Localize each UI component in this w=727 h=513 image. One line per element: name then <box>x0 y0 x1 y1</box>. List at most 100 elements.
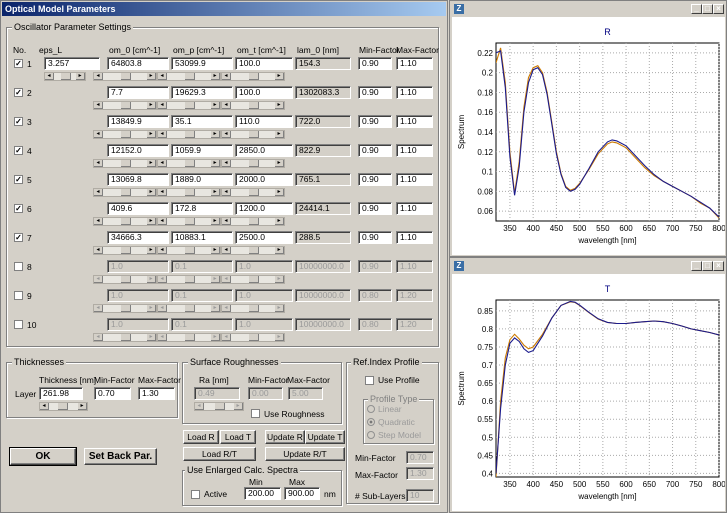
oscillator-min-input[interactable]: 0.90 <box>358 202 392 215</box>
scroll-thumb[interactable] <box>121 247 131 254</box>
scroll-right-icon[interactable]: ▸ <box>275 305 284 312</box>
scroll-right-icon[interactable]: ▸ <box>211 276 220 283</box>
scroll-thumb[interactable] <box>249 276 259 283</box>
oscillator-om0-input[interactable]: 13849.9 <box>107 115 169 128</box>
scroll-left-icon[interactable]: ◂ <box>94 131 103 138</box>
oscillator-omt-input[interactable]: 110.0 <box>235 115 293 128</box>
oscillator-omp-scrollbar[interactable]: ◂ ▸ <box>157 188 221 197</box>
oscillator-omp-input[interactable]: 0.1 <box>171 260 233 273</box>
scroll-right-icon[interactable]: ▸ <box>211 334 220 341</box>
oscillator-omt-input[interactable]: 100.0 <box>235 86 293 99</box>
oscillator-min-input[interactable]: 0.90 <box>358 231 392 244</box>
scroll-right-icon[interactable]: ▸ <box>147 305 156 312</box>
oscillator-omt-scrollbar[interactable]: ◂ ▸ <box>221 275 285 284</box>
scroll-thumb[interactable] <box>121 218 131 225</box>
scroll-thumb[interactable] <box>121 160 131 167</box>
roughness-scrollbar[interactable]: ◂ ▸ <box>194 402 244 411</box>
oscillator-checkbox[interactable]: ✓ <box>14 233 23 242</box>
enlarged-min-input[interactable]: 200.00 <box>244 487 281 500</box>
scroll-left-icon[interactable]: ◂ <box>94 305 103 312</box>
oscillator-omt-scrollbar[interactable]: ◂ ▸ <box>221 159 285 168</box>
oscillator-checkbox[interactable]: ✓ <box>14 204 23 213</box>
scroll-left-icon[interactable]: ◂ <box>222 160 231 167</box>
active-checkbox[interactable] <box>191 490 200 499</box>
oscillator-min-input[interactable]: 0.90 <box>358 144 392 157</box>
scroll-right-icon[interactable]: ▸ <box>147 334 156 341</box>
oscillator-max-input[interactable]: 1.10 <box>396 260 433 273</box>
scroll-thumb[interactable] <box>121 102 131 109</box>
scroll-thumb[interactable] <box>249 334 259 341</box>
scroll-left-icon[interactable]: ◂ <box>158 247 167 254</box>
oscillator-min-input[interactable]: 0.90 <box>358 86 392 99</box>
scroll-thumb[interactable] <box>121 189 131 196</box>
scroll-left-icon[interactable]: ◂ <box>158 218 167 225</box>
scroll-thumb[interactable] <box>249 131 259 138</box>
scroll-left-icon[interactable]: ◂ <box>94 160 103 167</box>
scroll-right-icon[interactable]: ▸ <box>234 403 243 410</box>
plot-r-title-bar[interactable]: Z _ □ × <box>451 2 725 16</box>
scroll-thumb[interactable] <box>185 305 195 312</box>
roughness-max-input[interactable]: 5.00 <box>288 387 323 400</box>
oscillator-om0-scrollbar[interactable]: ◂ ▸ <box>93 275 157 284</box>
scroll-thumb[interactable] <box>215 403 225 410</box>
scroll-left-icon[interactable]: ◂ <box>94 189 103 196</box>
scroll-left-icon[interactable]: ◂ <box>158 73 167 80</box>
oscillator-max-input[interactable]: 1.10 <box>396 57 433 70</box>
oscillator-checkbox[interactable] <box>14 262 23 271</box>
maximize-icon[interactable]: □ <box>702 4 713 14</box>
eps-l-input[interactable]: 3.257 <box>44 57 100 70</box>
scroll-thumb[interactable] <box>249 247 259 254</box>
scroll-right-icon[interactable]: ▸ <box>275 73 284 80</box>
oscillator-checkbox[interactable]: ✓ <box>14 59 23 68</box>
oscillator-checkbox[interactable]: ✓ <box>14 88 23 97</box>
oscillator-om0-scrollbar[interactable]: ◂ ▸ <box>93 159 157 168</box>
oscillator-omt-input[interactable]: 1.0 <box>235 260 293 273</box>
scroll-right-icon[interactable]: ▸ <box>275 160 284 167</box>
oscillator-omp-input[interactable]: 1059.9 <box>171 144 233 157</box>
main-title-bar[interactable]: Optical Model Parameters <box>2 2 446 16</box>
scroll-left-icon[interactable]: ◂ <box>94 247 103 254</box>
load-rt-button[interactable]: Load R/T <box>183 447 256 461</box>
scroll-thumb[interactable] <box>185 276 195 283</box>
minimize-icon[interactable]: _ <box>691 261 702 271</box>
profile-max-input[interactable]: 1.30 <box>406 467 434 480</box>
scroll-right-icon[interactable]: ▸ <box>211 73 220 80</box>
scroll-left-icon[interactable]: ◂ <box>40 403 49 410</box>
oscillator-om0-scrollbar[interactable]: ◂ ▸ <box>93 333 157 342</box>
scroll-thumb[interactable] <box>185 73 195 80</box>
oscillator-omt-scrollbar[interactable]: ◂ ▸ <box>221 188 285 197</box>
radio-quadratic[interactable] <box>367 418 375 426</box>
oscillator-min-input[interactable]: 0.80 <box>358 289 392 302</box>
oscillator-max-input[interactable]: 1.10 <box>396 115 433 128</box>
oscillator-omt-input[interactable]: 2000.0 <box>235 173 293 186</box>
oscillator-checkbox[interactable] <box>14 291 23 300</box>
oscillator-omt-scrollbar[interactable]: ◂ ▸ <box>221 333 285 342</box>
oscillator-checkbox[interactable]: ✓ <box>14 146 23 155</box>
scroll-right-icon[interactable]: ▸ <box>275 189 284 196</box>
scroll-right-icon[interactable]: ▸ <box>211 247 220 254</box>
scroll-right-icon[interactable]: ▸ <box>211 160 220 167</box>
oscillator-omt-input[interactable]: 2850.0 <box>235 144 293 157</box>
oscillator-max-input[interactable]: 1.10 <box>396 202 433 215</box>
oscillator-omt-input[interactable]: 100.0 <box>235 57 293 70</box>
oscillator-omp-input[interactable]: 0.1 <box>171 318 233 331</box>
load-r-button[interactable]: Load R <box>183 430 219 444</box>
scroll-right-icon[interactable]: ▸ <box>147 276 156 283</box>
scroll-left-icon[interactable]: ◂ <box>195 403 204 410</box>
scroll-thumb[interactable] <box>121 305 131 312</box>
ok-button[interactable]: OK <box>9 447 77 466</box>
scroll-left-icon[interactable]: ◂ <box>222 305 231 312</box>
oscillator-omp-input[interactable]: 0.1 <box>171 289 233 302</box>
oscillator-omp-scrollbar[interactable]: ◂ ▸ <box>157 246 221 255</box>
oscillator-max-input[interactable]: 1.10 <box>396 144 433 157</box>
oscillator-omp-input[interactable]: 10883.1 <box>171 231 233 244</box>
scroll-left-icon[interactable]: ◂ <box>158 160 167 167</box>
oscillator-min-input[interactable]: 0.90 <box>358 115 392 128</box>
oscillator-omp-scrollbar[interactable]: ◂ ▸ <box>157 130 221 139</box>
scroll-thumb[interactable] <box>249 73 259 80</box>
scroll-thumb[interactable] <box>185 160 195 167</box>
update-rt-button[interactable]: Update R/T <box>265 447 345 461</box>
update-t-button[interactable]: Update T <box>305 430 345 444</box>
oscillator-omt-input[interactable]: 2500.0 <box>235 231 293 244</box>
scroll-thumb[interactable] <box>58 403 68 410</box>
